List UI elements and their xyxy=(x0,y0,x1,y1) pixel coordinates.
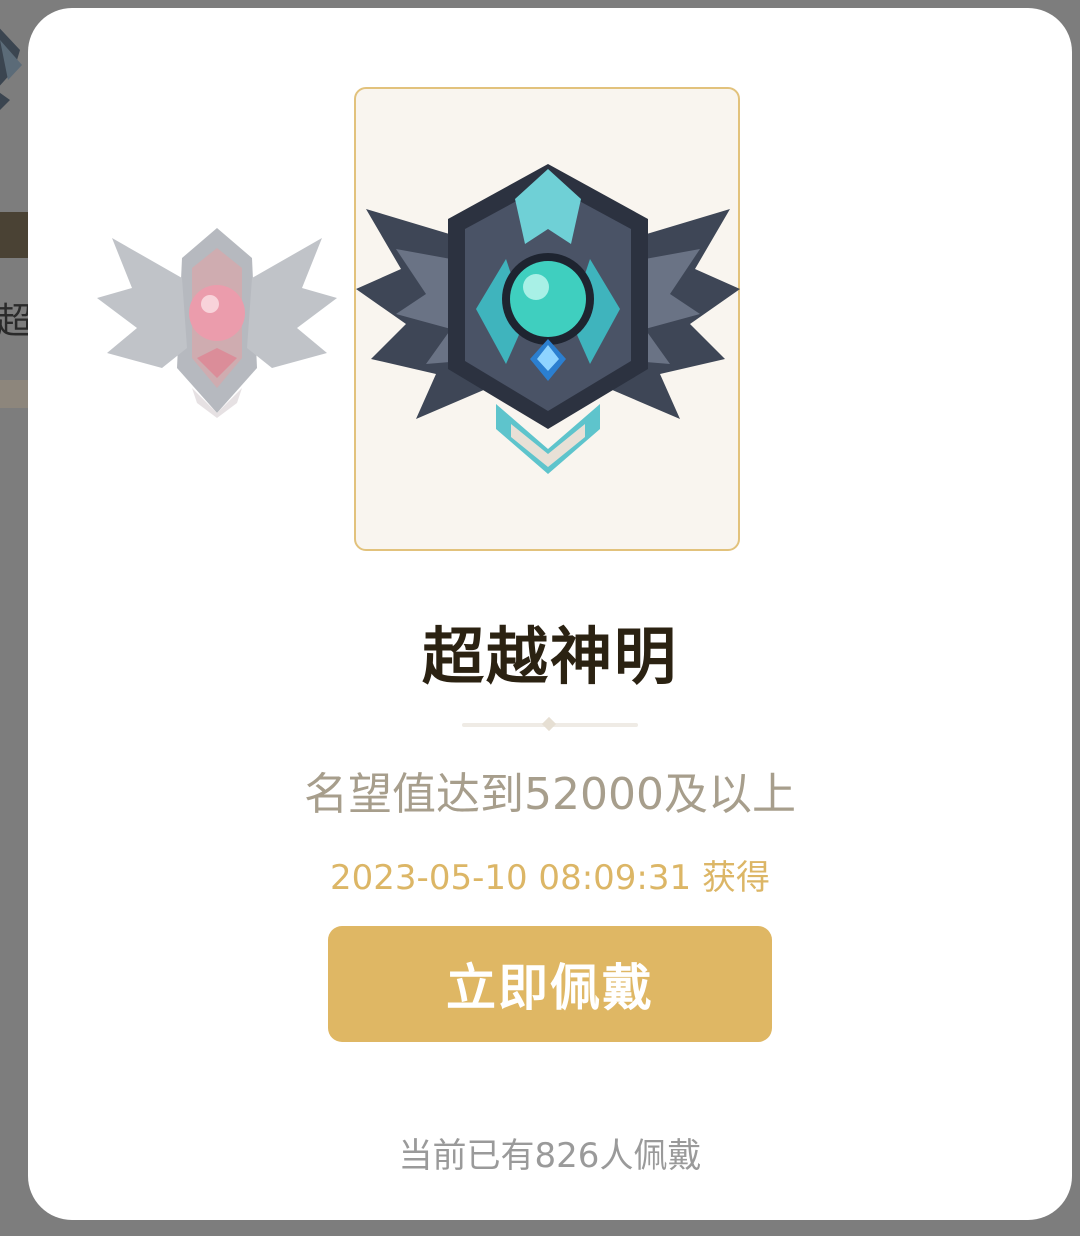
badge-detail-modal: 超越神明 名望值达到52000及以上 2023-05-10 08:09:31 获… xyxy=(28,8,1072,1220)
title-divider xyxy=(462,716,638,732)
obtained-time: 2023-05-10 08:09:31 获得 xyxy=(330,858,770,898)
wear-now-button[interactable]: 立即佩戴 xyxy=(328,926,772,1042)
badge-title: 超越神明 xyxy=(421,620,678,693)
background-emblem-icon xyxy=(0,28,22,110)
badge-image-card xyxy=(354,87,740,551)
wearers-count: 当前已有826人佩戴 xyxy=(398,1136,702,1176)
divider-diamond-icon xyxy=(541,716,557,732)
teal-winged-emblem-icon xyxy=(356,164,740,474)
red-winged-emblem-icon[interactable] xyxy=(92,218,342,428)
badge-requirement: 名望值达到52000及以上 xyxy=(304,769,796,820)
